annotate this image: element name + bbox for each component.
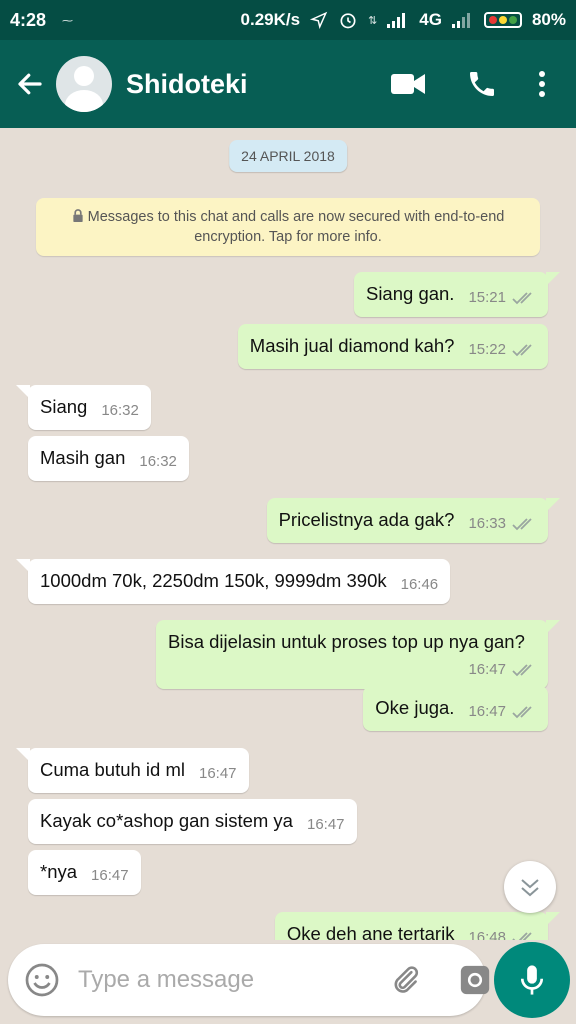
- message-time: 16:47: [468, 703, 506, 720]
- message-time: 16:48: [468, 929, 506, 940]
- back-arrow-icon[interactable]: [8, 69, 52, 99]
- avatar[interactable]: [56, 56, 112, 112]
- message-time: 16:47: [198, 765, 237, 782]
- message-text: Oke juga.: [375, 697, 455, 718]
- message-bubble[interactable]: Cuma butuh id ml 16:47: [16, 748, 249, 793]
- message-bubble[interactable]: Oke deh ane tertarik 16:48: [274, 912, 561, 940]
- message-time: 16:32: [101, 402, 139, 419]
- message-text: Cuma butuh id ml: [40, 759, 185, 780]
- message-bubble[interactable]: *nya 16:47: [28, 850, 141, 895]
- alarm-icon: [340, 13, 356, 29]
- message-bubble[interactable]: Kayak co*ashop gan sistem ya 16:47: [28, 799, 357, 844]
- message-text: Masih jual diamond kah?: [249, 335, 455, 356]
- message-text: Masih gan: [40, 447, 126, 468]
- message-bubble[interactable]: Masih jual diamond kah? 15:22: [237, 324, 548, 369]
- scroll-down-button[interactable]: [504, 861, 556, 913]
- battery-level: 80%: [531, 10, 566, 29]
- network-type: 4G: [419, 10, 442, 29]
- message-bubble[interactable]: Siang 16:32: [16, 385, 151, 430]
- video-call-icon[interactable]: [390, 71, 426, 97]
- location-icon: [310, 11, 328, 29]
- encryption-text: Messages to this chat and calls are now …: [87, 209, 505, 245]
- message-text: Kayak co*ashop gan sistem ya: [40, 810, 293, 831]
- more-options-icon[interactable]: [538, 70, 546, 98]
- message-time: 15:22: [468, 341, 506, 358]
- message-text: Siang gan.: [365, 283, 455, 304]
- emoji-icon[interactable]: [24, 962, 60, 998]
- message-bubble[interactable]: 1000dm 70k, 2250dm 150k, 9999dm 390k 16:4…: [15, 559, 451, 604]
- contact-name[interactable]: Shidoteki: [126, 69, 390, 100]
- message-time: 16:47: [91, 867, 129, 884]
- date-chip: 24 APRIL 2018: [229, 140, 347, 172]
- message-input[interactable]: [78, 966, 388, 994]
- read-ticks-icon: [512, 705, 532, 718]
- battery-icon: [483, 12, 522, 28]
- chat-area[interactable]: 24 APRIL 2018 Messages to this chat and …: [0, 128, 576, 940]
- message-bubble[interactable]: Bisa dijelasin untuk proses top up nya g…: [156, 620, 560, 689]
- chevron-double-down-icon: [521, 879, 539, 897]
- camera-icon[interactable]: [458, 963, 492, 997]
- message-bubble[interactable]: Siang gan. 15:21: [353, 272, 561, 317]
- message-time: 16:46: [400, 576, 439, 593]
- message-bubble[interactable]: Pricelistnya ada gak? 16:33: [266, 498, 561, 543]
- message-time: 15:21: [468, 289, 506, 306]
- microphone-button[interactable]: [494, 942, 570, 1018]
- message-time: 16:47: [468, 661, 506, 678]
- message-time: 16:33: [468, 515, 506, 532]
- message-text: 1000dm 70k, 2250dm 150k, 9999dm 390k: [40, 570, 387, 591]
- message-time: 16:32: [139, 453, 177, 470]
- read-ticks-icon: [512, 291, 532, 304]
- message-text: *nya: [40, 861, 78, 882]
- read-ticks-icon: [512, 663, 532, 676]
- notification-icon: ⁓: [62, 14, 74, 27]
- message-bubble[interactable]: Masih gan 16:32: [28, 436, 189, 481]
- message-bubble[interactable]: Oke juga. 16:47: [363, 686, 548, 731]
- message-time: 16:47: [306, 816, 345, 833]
- data-arrows-icon: ⇅: [368, 14, 378, 27]
- read-ticks-icon: [512, 343, 532, 356]
- read-ticks-icon: [512, 517, 532, 530]
- network-speed: 0.29K/s: [240, 10, 301, 29]
- message-text: Bisa dijelasin untuk proses top up nya g…: [168, 631, 525, 652]
- message-text: Siang: [40, 396, 88, 417]
- encryption-notice[interactable]: Messages to this chat and calls are now …: [36, 198, 540, 256]
- message-composer: [8, 944, 490, 1016]
- signal-icon: [387, 13, 406, 28]
- read-ticks-icon: [512, 931, 532, 940]
- voice-call-icon[interactable]: [466, 68, 498, 100]
- message-text: Oke deh ane tertarik: [286, 923, 455, 940]
- signal-icon-2: [451, 13, 470, 28]
- microphone-icon: [520, 965, 544, 995]
- message-text: Pricelistnya ada gak?: [278, 509, 455, 530]
- status-time: 4:28: [10, 9, 47, 30]
- lock-icon: [72, 209, 83, 222]
- paperclip-icon[interactable]: [388, 963, 422, 997]
- status-bar: 4:28 ⁓ 0.29K/s ⇅ 4G 80%: [0, 0, 576, 40]
- chat-header: Shidoteki: [0, 40, 576, 128]
